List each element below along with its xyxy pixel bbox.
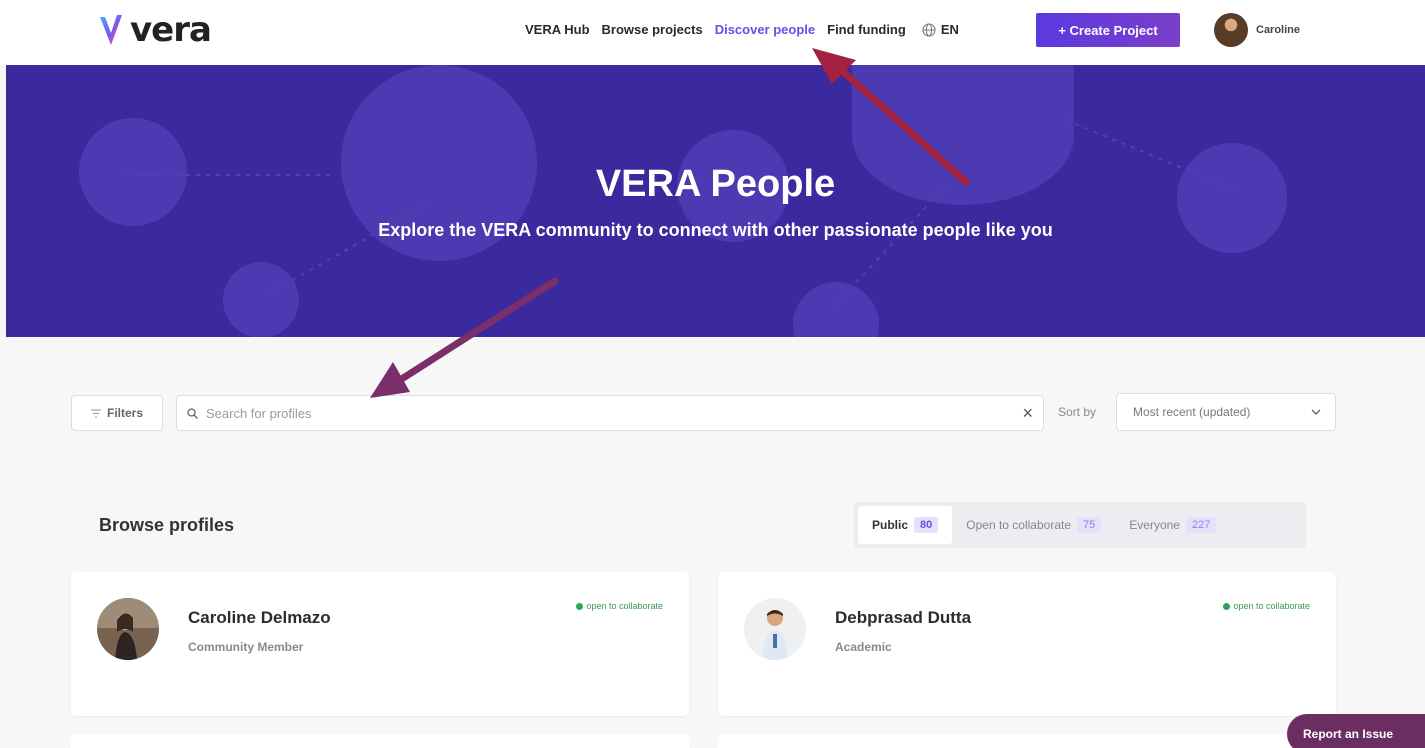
user-name: Caroline	[1256, 24, 1301, 36]
avatar	[1214, 13, 1248, 47]
tab-count: 75	[1077, 517, 1102, 533]
tab-label: Everyone	[1129, 518, 1180, 532]
profile-name[interactable]: Caroline Delmazo	[188, 608, 331, 628]
search-field[interactable]: ×	[176, 395, 1044, 431]
tab-label: Public	[872, 518, 909, 532]
profile-role: Academic	[835, 640, 892, 654]
avatar	[97, 598, 159, 660]
create-project-button[interactable]: + Create Project	[1036, 13, 1180, 47]
language-switcher[interactable]: EN	[922, 22, 959, 37]
hero-banner: VERA People Explore the VERA community t…	[6, 65, 1425, 337]
filters-button[interactable]: Filters	[71, 395, 163, 431]
tab-open-to-collaborate[interactable]: Open to collaborate 75	[952, 506, 1115, 544]
status-badge: open to collaborate	[1223, 601, 1310, 611]
filters-label: Filters	[106, 406, 143, 420]
page-title: VERA People	[595, 163, 836, 205]
search-icon	[187, 407, 198, 419]
page-subtitle: Explore the VERA community to connect wi…	[378, 220, 1053, 240]
avatar	[744, 598, 806, 660]
vera-logo-mark-icon	[100, 15, 122, 45]
profile-card[interactable]: Debprasad Dutta Academic open to collabo…	[718, 572, 1336, 716]
sort-by-label: Sort by	[1058, 405, 1097, 419]
profile-card[interactable]	[718, 734, 1336, 748]
top-navigation-bar: vera VERA Hub Browse projects Discover p…	[0, 0, 1425, 65]
tab-everyone[interactable]: Everyone 227	[1115, 506, 1230, 544]
nav-discover-people[interactable]: Discover people	[715, 22, 815, 37]
globe-icon	[922, 22, 936, 37]
profile-name[interactable]: Debprasad Dutta	[835, 608, 971, 628]
nav-find-funding[interactable]: Find funding	[827, 22, 906, 37]
nav-browse-projects[interactable]: Browse projects	[602, 22, 703, 37]
logo-text: vera	[130, 10, 212, 50]
profile-role: Community Member	[188, 640, 304, 654]
hero-bubble	[223, 262, 299, 337]
status-badge: open to collaborate	[576, 601, 663, 611]
profile-filter-tabs: Public 80 Open to collaborate 75 Everyon…	[854, 502, 1306, 548]
filter-icon	[90, 409, 101, 417]
report-issue-button[interactable]: Report an Issue	[1287, 714, 1425, 748]
language-label: EN	[940, 22, 959, 37]
status-dot-icon	[576, 602, 584, 610]
search-input[interactable]	[206, 405, 1015, 421]
sort-dropdown[interactable]: Most recent (updated)	[1116, 393, 1336, 431]
vera-logo[interactable]: vera	[98, 10, 212, 50]
tab-public[interactable]: Public 80	[858, 506, 953, 544]
status-label: open to collaborate	[586, 601, 663, 611]
tab-count: 80	[914, 517, 939, 533]
status-label: open to collaborate	[1233, 601, 1310, 611]
nav-vera-hub[interactable]: VERA Hub	[525, 22, 590, 37]
tab-label: Open to collaborate	[966, 518, 1072, 532]
profile-card[interactable]	[71, 734, 689, 748]
main-nav: VERA Hub Browse projects Discover people…	[525, 22, 959, 37]
profile-card[interactable]: Caroline Delmazo Community Member open t…	[71, 572, 689, 716]
chevron-down-icon	[1311, 409, 1321, 415]
user-menu[interactable]: Caroline	[1214, 13, 1300, 47]
sort-value: Most recent (updated)	[1133, 405, 1251, 419]
tab-count: 227	[1185, 517, 1217, 533]
status-dot-icon	[1223, 602, 1231, 610]
browse-profiles-heading: Browse profiles	[99, 515, 235, 535]
close-icon[interactable]: ×	[1022, 404, 1033, 422]
